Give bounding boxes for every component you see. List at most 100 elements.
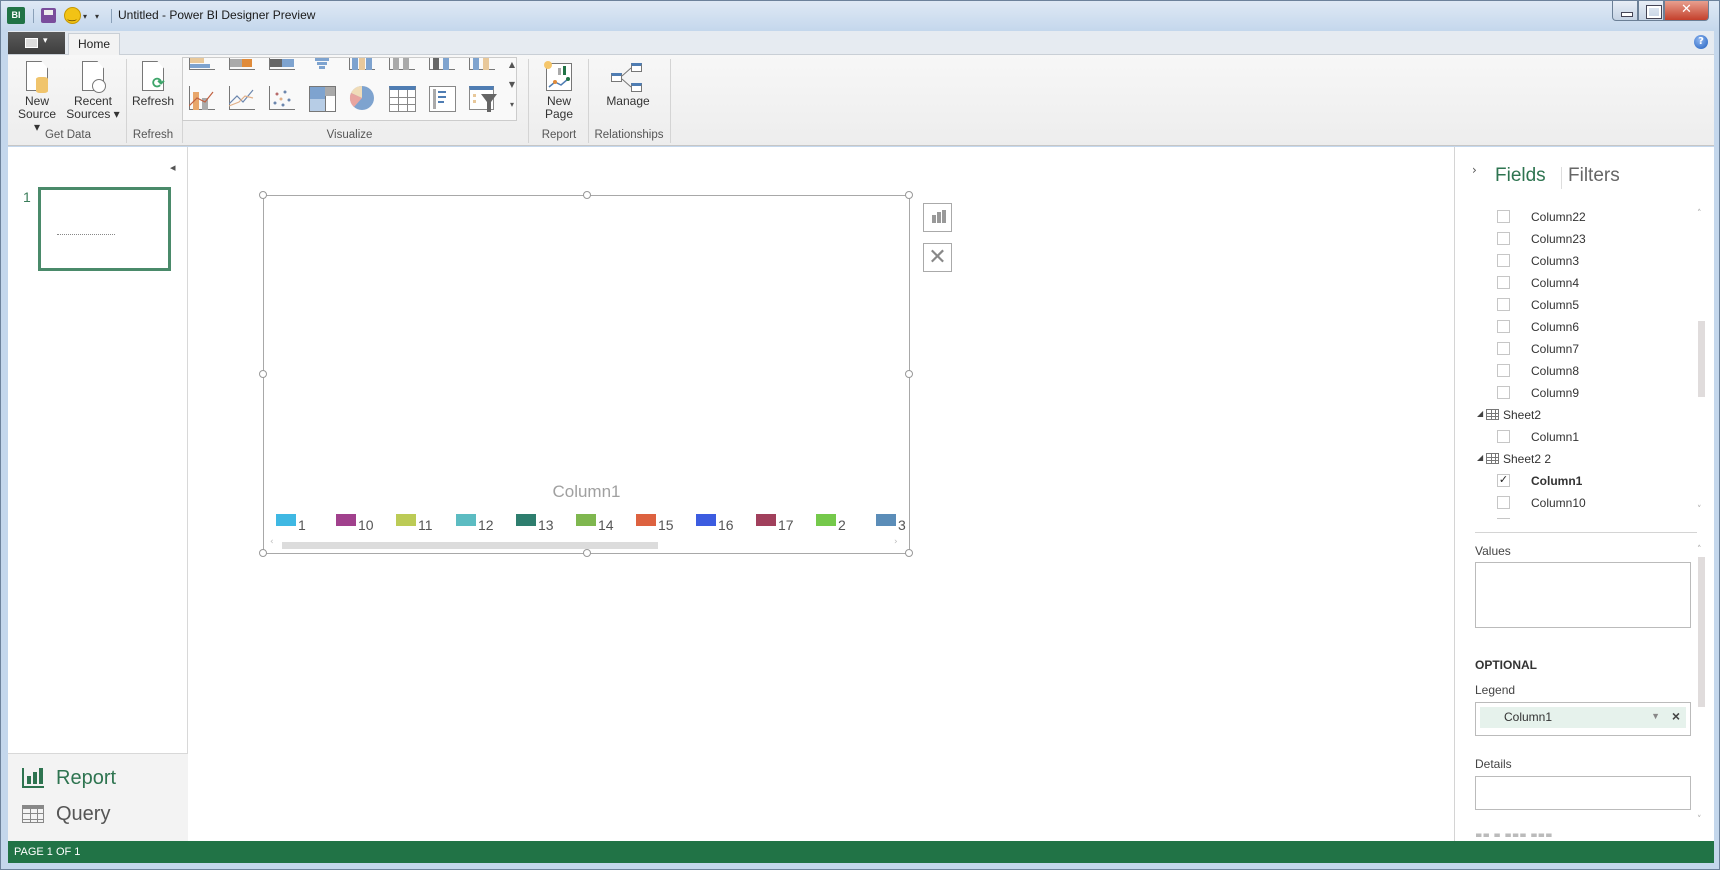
help-icon[interactable]: ? bbox=[1694, 35, 1708, 49]
resize-handle[interactable] bbox=[583, 191, 591, 199]
resize-handle[interactable] bbox=[905, 191, 913, 199]
tab-fields[interactable]: Fields bbox=[1495, 165, 1546, 187]
minimize-button[interactable] bbox=[1612, 1, 1638, 21]
delete-visual-button[interactable]: ✕ bbox=[923, 243, 952, 272]
file-menu-button[interactable]: ▾ bbox=[8, 32, 65, 54]
manage-relationships-button[interactable]: Manage bbox=[592, 61, 664, 108]
field-checkbox[interactable] bbox=[1497, 364, 1510, 377]
treemap-icon[interactable] bbox=[307, 84, 337, 112]
send-feedback-smiley-icon[interactable] bbox=[64, 7, 81, 24]
customize-quick-access-icon[interactable]: ▾ bbox=[95, 12, 99, 21]
100-percent-bar-chart-icon[interactable] bbox=[267, 58, 297, 72]
field-checkbox[interactable] bbox=[1497, 298, 1510, 311]
field-checkbox[interactable] bbox=[1497, 254, 1510, 267]
field-list-item[interactable]: Column8 bbox=[1455, 360, 1695, 382]
expand-triangle-icon[interactable]: ◢ bbox=[1477, 409, 1483, 418]
new-source-button[interactable]: New Source ▾ bbox=[14, 61, 60, 134]
field-list-item[interactable]: Column3 bbox=[1455, 250, 1695, 272]
field-checkbox[interactable] bbox=[1497, 276, 1510, 289]
field-list-item[interactable]: Column10 bbox=[1455, 492, 1695, 514]
wells-scroll-up-icon[interactable]: ˄ bbox=[1697, 545, 1702, 555]
chevron-right-icon[interactable]: › bbox=[1472, 163, 1477, 177]
wells-scrollbar[interactable] bbox=[1698, 557, 1705, 707]
scatter-chart-icon[interactable] bbox=[267, 84, 297, 112]
field-list-table[interactable]: ◢ Sheet2 2 bbox=[1455, 448, 1695, 470]
resize-handle[interactable] bbox=[259, 191, 267, 199]
report-canvas[interactable]: Column1 1 10 11 12 13 14 15 16 17 2 3 ‹ › ✕ bbox=[189, 147, 1453, 841]
legend-scrollbar[interactable] bbox=[282, 542, 658, 549]
chevron-down-icon[interactable]: ▼ bbox=[1651, 711, 1660, 721]
resize-handle[interactable] bbox=[583, 549, 591, 557]
scroll-right-icon[interactable]: › bbox=[894, 537, 898, 547]
field-list-item[interactable]: Column7 bbox=[1455, 338, 1695, 360]
gallery-scroll-down-icon[interactable]: ▼ bbox=[507, 80, 516, 89]
line-clustered-column-chart-icon[interactable] bbox=[187, 84, 217, 112]
field-list-item[interactable]: Column23 bbox=[1455, 228, 1695, 250]
scroll-left-icon[interactable]: ‹ bbox=[270, 537, 274, 547]
legend-field-chip[interactable]: Column1 ▼ × bbox=[1480, 707, 1686, 728]
pie-chart-icon[interactable] bbox=[347, 84, 377, 112]
field-list-item[interactable]: Column11 bbox=[1455, 514, 1695, 519]
close-button[interactable] bbox=[1664, 1, 1709, 21]
maximize-button[interactable] bbox=[1638, 1, 1664, 21]
save-icon[interactable] bbox=[41, 8, 56, 23]
100-percent-column-chart-icon[interactable] bbox=[427, 58, 457, 72]
line-chart-icon[interactable] bbox=[227, 84, 257, 112]
field-checkbox[interactable] bbox=[1497, 210, 1510, 223]
view-report[interactable]: Report bbox=[22, 764, 116, 792]
feedback-dropdown-icon[interactable]: ▾ bbox=[83, 12, 87, 21]
stacked-column-chart-icon[interactable] bbox=[387, 58, 417, 72]
field-list-item[interactable]: Column9 bbox=[1455, 382, 1695, 404]
change-visual-button[interactable] bbox=[923, 203, 952, 232]
field-checkbox[interactable] bbox=[1497, 496, 1510, 509]
expand-triangle-icon[interactable]: ◢ bbox=[1477, 453, 1483, 462]
field-list-item[interactable]: Column22 bbox=[1455, 206, 1695, 228]
field-checkbox[interactable] bbox=[1497, 320, 1510, 333]
legend-well[interactable]: Column1 ▼ × bbox=[1475, 702, 1691, 736]
field-checkbox[interactable] bbox=[1497, 430, 1510, 443]
page-thumbnail[interactable] bbox=[38, 187, 171, 271]
field-checkbox[interactable] bbox=[1497, 518, 1510, 519]
gallery-more-icon[interactable]: ▾ bbox=[507, 100, 516, 109]
field-list-scrollbar[interactable] bbox=[1698, 321, 1705, 397]
matrix-card-icon[interactable] bbox=[427, 84, 457, 112]
collapse-pages-icon[interactable]: ◂ bbox=[170, 161, 176, 174]
resize-handle[interactable] bbox=[905, 549, 913, 557]
field-checkbox[interactable]: ✓ bbox=[1497, 474, 1510, 487]
field-list-table[interactable]: ◢ Sheet2 bbox=[1455, 404, 1695, 426]
line-stacked-column-chart-icon[interactable] bbox=[467, 58, 497, 72]
clustered-bar-chart-icon[interactable] bbox=[227, 58, 257, 72]
field-list-scroll-up-icon[interactable]: ˄ bbox=[1697, 209, 1702, 219]
view-query[interactable]: Query bbox=[22, 800, 110, 828]
recent-sources-button[interactable]: Recent Sources ▾ bbox=[64, 61, 122, 121]
field-checkbox[interactable] bbox=[1497, 232, 1510, 245]
field-list-scroll-down-icon[interactable]: ˅ bbox=[1697, 505, 1702, 515]
gallery-scroll-up-icon[interactable]: ▲ bbox=[507, 60, 516, 69]
remove-field-icon[interactable]: × bbox=[1672, 708, 1680, 724]
resize-handle[interactable] bbox=[259, 370, 267, 378]
slicer-filter-icon[interactable] bbox=[467, 84, 497, 112]
stacked-bar-chart-icon[interactable] bbox=[187, 58, 217, 72]
field-checkbox[interactable] bbox=[1497, 342, 1510, 355]
funnel-chart-icon[interactable] bbox=[307, 58, 337, 72]
clustered-column-chart-icon[interactable] bbox=[347, 58, 377, 72]
field-checkbox[interactable] bbox=[1497, 386, 1510, 399]
new-page-button[interactable]: New Page bbox=[534, 61, 584, 121]
details-well[interactable] bbox=[1475, 776, 1691, 810]
tab-home[interactable]: Home bbox=[68, 33, 120, 56]
field-list-item[interactable]: Column6 bbox=[1455, 316, 1695, 338]
tab-filters[interactable]: Filters bbox=[1568, 165, 1620, 187]
ribbon-tab-bar: ▾ Home ? bbox=[8, 31, 1714, 56]
wells-scroll-down-icon[interactable]: ˅ bbox=[1697, 815, 1702, 825]
manage-label: Manage bbox=[606, 94, 650, 108]
field-list-item[interactable]: Column4 bbox=[1455, 272, 1695, 294]
values-well[interactable] bbox=[1475, 562, 1691, 628]
resize-handle[interactable] bbox=[905, 370, 913, 378]
refresh-button[interactable]: ⟳ Refresh bbox=[128, 61, 178, 108]
chart-visual[interactable]: Column1 1 10 11 12 13 14 15 16 17 2 3 ‹ › bbox=[259, 191, 913, 557]
resize-handle[interactable] bbox=[259, 549, 267, 557]
field-list-item[interactable]: Column5 bbox=[1455, 294, 1695, 316]
field-list-item[interactable]: ✓ Column1 bbox=[1455, 470, 1695, 492]
table-visual-icon[interactable] bbox=[387, 84, 417, 112]
field-list-item[interactable]: Column1 bbox=[1455, 426, 1695, 448]
